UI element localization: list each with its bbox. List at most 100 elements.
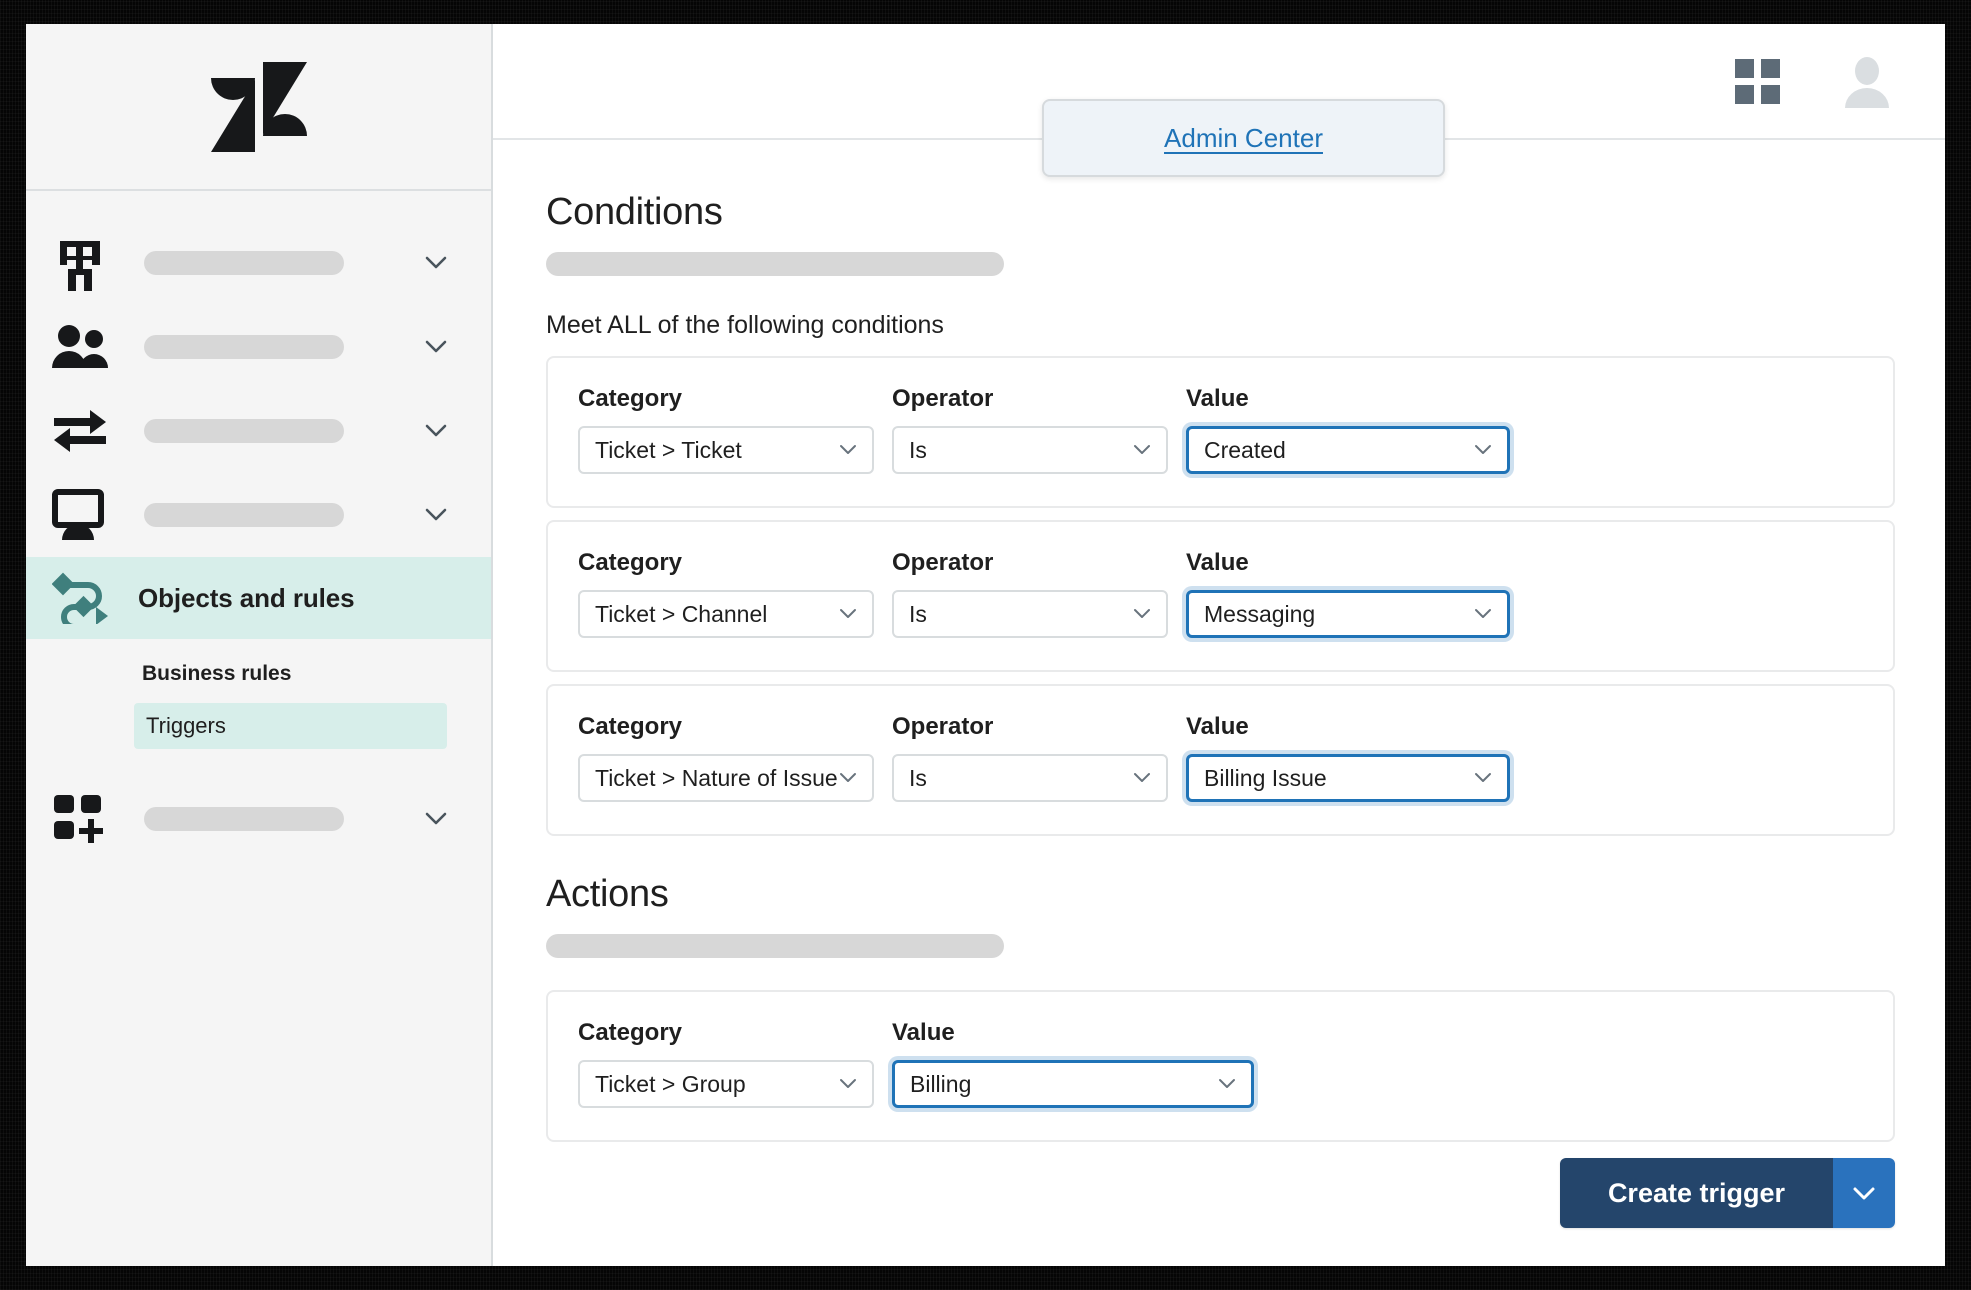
field-label-category: Category bbox=[578, 549, 683, 576]
conditions-subtitle-placeholder bbox=[546, 252, 1004, 276]
field-label-category: Category bbox=[578, 713, 683, 740]
condition-category-value: Ticket > Channel bbox=[595, 600, 768, 627]
sidebar-subgroup-business-rules: Business rules Triggers bbox=[26, 639, 491, 749]
sidebar-item-label-placeholder bbox=[144, 251, 344, 275]
chevron-down-icon bbox=[1131, 603, 1153, 625]
create-trigger-dropdown-button[interactable] bbox=[1833, 1158, 1895, 1228]
field-label-value: Value bbox=[1186, 385, 1249, 412]
sidebar-item-triggers[interactable]: Triggers bbox=[134, 703, 447, 749]
admin-center-link[interactable]: Admin Center bbox=[1164, 123, 1323, 154]
sidebar-item-account[interactable] bbox=[26, 221, 491, 305]
condition-value-field: Value Billing Issue bbox=[1186, 712, 1510, 802]
condition-category-select[interactable]: Ticket > Nature of Issue bbox=[578, 754, 874, 802]
field-label-value: Value bbox=[1186, 713, 1249, 740]
condition-operator-field: Operator Is bbox=[892, 712, 1168, 802]
condition-value-value: Messaging bbox=[1204, 600, 1316, 627]
chevron-down-icon bbox=[837, 767, 859, 789]
action-category-field: Category Ticket > Group bbox=[578, 1018, 874, 1108]
main-content: Conditions Meet ALL of the following con… bbox=[493, 142, 1945, 1266]
people-icon bbox=[52, 319, 118, 375]
user-avatar-icon[interactable] bbox=[1841, 56, 1893, 108]
condition-category-select[interactable]: Ticket > Ticket bbox=[578, 426, 874, 474]
conditions-heading: Conditions bbox=[546, 191, 723, 233]
condition-category-value: Ticket > Nature of Issue bbox=[595, 764, 838, 791]
condition-operator-field: Operator Is bbox=[892, 384, 1168, 474]
actions-subtitle-placeholder bbox=[546, 934, 1004, 958]
monitor-icon bbox=[52, 487, 118, 543]
sidebar-item-label-placeholder bbox=[144, 807, 344, 831]
building-icon bbox=[52, 235, 118, 291]
chevron-down-icon bbox=[1131, 439, 1153, 461]
condition-row: Category Ticket > Ticket Operator Is Val… bbox=[546, 356, 1895, 508]
field-label-value: Value bbox=[892, 1019, 955, 1046]
objects-rules-icon bbox=[52, 570, 118, 626]
chevron-down-icon[interactable] bbox=[423, 334, 449, 360]
condition-operator-select[interactable]: Is bbox=[892, 754, 1168, 802]
condition-operator-select[interactable]: Is bbox=[892, 426, 1168, 474]
chevron-down-icon[interactable] bbox=[423, 502, 449, 528]
chevron-down-icon bbox=[1853, 1187, 1875, 1200]
field-label-operator: Operator bbox=[892, 549, 994, 576]
sidebar-item-objects-and-rules[interactable]: Objects and rules bbox=[26, 557, 491, 639]
action-value-value: Billing bbox=[910, 1070, 972, 1097]
sidebar-nav-list: Objects and rules Business rules Trigger… bbox=[26, 191, 491, 861]
zendesk-logo bbox=[210, 61, 307, 152]
sidebar: Objects and rules Business rules Trigger… bbox=[26, 24, 493, 1266]
action-category-value: Ticket > Group bbox=[595, 1070, 746, 1097]
action-value-select[interactable]: Billing bbox=[892, 1060, 1254, 1108]
header-actions bbox=[1735, 24, 1893, 140]
grid-apps-icon[interactable] bbox=[1735, 59, 1781, 105]
condition-value-field: Value Messaging bbox=[1186, 548, 1510, 638]
field-label-category: Category bbox=[578, 385, 683, 412]
screenshot-frame: Objects and rules Business rules Trigger… bbox=[0, 0, 1971, 1290]
condition-category-field: Category Ticket > Channel bbox=[578, 548, 874, 638]
condition-row: Category Ticket > Channel Operator Is Va… bbox=[546, 520, 1895, 672]
apps-add-icon bbox=[52, 791, 118, 847]
chevron-down-icon[interactable] bbox=[423, 250, 449, 276]
sidebar-item-apps[interactable] bbox=[26, 777, 491, 861]
condition-value-value: Created bbox=[1204, 436, 1286, 463]
condition-operator-select[interactable]: Is bbox=[892, 590, 1168, 638]
chevron-down-icon[interactable] bbox=[423, 418, 449, 444]
chevron-down-icon[interactable] bbox=[423, 806, 449, 832]
condition-category-select[interactable]: Ticket > Channel bbox=[578, 590, 874, 638]
sidebar-item-label-placeholder bbox=[144, 503, 344, 527]
chevron-down-icon bbox=[1216, 1073, 1238, 1095]
sidebar-item-label-placeholder bbox=[144, 419, 344, 443]
condition-category-field: Category Ticket > Ticket bbox=[578, 384, 874, 474]
action-value-field: Value Billing bbox=[892, 1018, 1254, 1108]
field-label-operator: Operator bbox=[892, 385, 994, 412]
sidebar-item-people[interactable] bbox=[26, 305, 491, 389]
sidebar-logo-area bbox=[26, 24, 491, 191]
condition-value-select[interactable]: Messaging bbox=[1186, 590, 1510, 638]
action-row: Category Ticket > Group Value Billing bbox=[546, 990, 1895, 1142]
actions-heading: Actions bbox=[546, 873, 669, 915]
create-trigger-button[interactable]: Create trigger bbox=[1559, 1158, 1833, 1228]
condition-row: Category Ticket > Nature of Issue Operat… bbox=[546, 684, 1895, 836]
condition-value-select[interactable]: Created bbox=[1186, 426, 1510, 474]
field-label-category: Category bbox=[578, 1019, 683, 1046]
chevron-down-icon bbox=[1472, 603, 1494, 625]
action-category-select[interactable]: Ticket > Group bbox=[578, 1060, 874, 1108]
condition-category-field: Category Ticket > Nature of Issue bbox=[578, 712, 874, 802]
field-label-value: Value bbox=[1186, 549, 1249, 576]
condition-value-select[interactable]: Billing Issue bbox=[1186, 754, 1510, 802]
chevron-down-icon bbox=[1472, 767, 1494, 789]
sidebar-item-workspaces[interactable] bbox=[26, 473, 491, 557]
chevron-down-icon bbox=[1472, 439, 1494, 461]
sidebar-item-label: Objects and rules bbox=[138, 582, 355, 613]
condition-value-field: Value Created bbox=[1186, 384, 1510, 474]
meet-all-conditions-label: Meet ALL of the following conditions bbox=[546, 311, 944, 339]
chevron-down-icon bbox=[837, 439, 859, 461]
admin-center-dropdown: Admin Center bbox=[1042, 99, 1445, 177]
sidebar-item-channels[interactable] bbox=[26, 389, 491, 473]
transfer-arrows-icon bbox=[52, 403, 118, 459]
condition-operator-field: Operator Is bbox=[892, 548, 1168, 638]
condition-value-value: Billing Issue bbox=[1204, 764, 1327, 791]
condition-operator-value: Is bbox=[909, 436, 927, 463]
footer-actions: Create trigger bbox=[1559, 1158, 1895, 1228]
chevron-down-icon bbox=[1131, 767, 1153, 789]
condition-operator-value: Is bbox=[909, 764, 927, 791]
zendesk-admin-app: Objects and rules Business rules Trigger… bbox=[26, 24, 1945, 1266]
field-label-operator: Operator bbox=[892, 713, 994, 740]
